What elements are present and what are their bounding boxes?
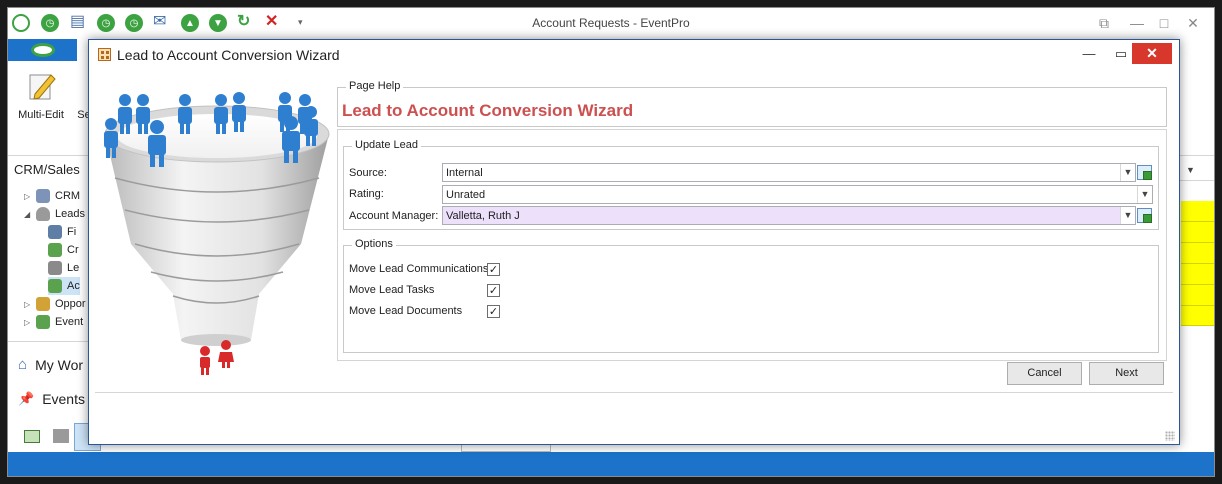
- status-bar: [8, 452, 1214, 476]
- dialog-title: Lead to Account Conversion Wizard: [117, 47, 340, 63]
- building-icon[interactable]: [53, 429, 69, 443]
- rating-value: Unrated: [446, 189, 486, 201]
- tree-item-create[interactable]: Cr: [48, 241, 79, 259]
- move-documents-checkbox[interactable]: ✓: [487, 305, 500, 318]
- tree-item-opportunities[interactable]: ▷ Oppor: [24, 295, 86, 313]
- cancel-button[interactable]: Cancel: [1007, 362, 1082, 385]
- file-tab[interactable]: [8, 39, 77, 61]
- options-legend: Options: [352, 238, 396, 250]
- funnel-illustration: [101, 84, 333, 384]
- home-icon: ⌂: [18, 356, 28, 373]
- multi-edit-button[interactable]: Multi-Edit: [16, 69, 66, 121]
- person-account-icon: [48, 279, 62, 293]
- maximize-icon[interactable]: □: [1154, 14, 1174, 32]
- rating-label: Rating:: [349, 188, 384, 200]
- collapse-arrow-icon[interactable]: ◢: [24, 210, 36, 219]
- quick-access-toolbar: ◷ ▤ ◷ ◷ ✉ ▲ ▼ ↻ ✕ ▾ Account Requests - E…: [8, 8, 1214, 38]
- source-dropdown[interactable]: Internal ▼: [442, 163, 1136, 182]
- chevron-down-icon[interactable]: ▼: [1120, 164, 1135, 181]
- person-add-icon: [48, 243, 62, 257]
- highlighted-cell[interactable]: [1181, 264, 1214, 285]
- event-icon: [36, 315, 50, 329]
- update-lead-legend: Update Lead: [352, 139, 421, 151]
- highlighted-cell[interactable]: [1181, 243, 1214, 264]
- nav-events[interactable]: 📌 Events: [18, 391, 85, 407]
- move-documents-label: Move Lead Documents: [349, 305, 463, 317]
- dialog-title-bar[interactable]: Lead to Account Conversion Wizard — ▭ ✕: [89, 40, 1179, 70]
- minimize-icon[interactable]: —: [1127, 14, 1147, 32]
- tree-item-leads[interactable]: ◢ Leads: [24, 205, 85, 223]
- tree-item-lead-list[interactable]: Le: [48, 259, 79, 277]
- source-value: Internal: [446, 167, 483, 179]
- highlighted-cell[interactable]: [1181, 201, 1214, 222]
- minimize-icon[interactable]: —: [1076, 44, 1102, 64]
- multi-edit-label: Multi-Edit: [18, 109, 64, 121]
- bottom-scroll-field[interactable]: [461, 444, 551, 452]
- opportunity-icon: [36, 297, 50, 311]
- highlighted-cell[interactable]: [1181, 306, 1214, 326]
- grid-header-line: [1176, 180, 1214, 181]
- next-button[interactable]: Next: [1089, 362, 1164, 385]
- source-lookup-icon[interactable]: [1137, 165, 1152, 180]
- pin-icon: 📌: [18, 391, 35, 406]
- divider: [95, 392, 1173, 393]
- tree-item-account-requests[interactable]: Ac: [48, 277, 80, 295]
- options-group: Options: [343, 238, 1159, 353]
- tree-item-events[interactable]: ▷ Event: [24, 313, 83, 331]
- move-tasks-checkbox[interactable]: ✓: [487, 284, 500, 297]
- app-logo-icon: [30, 43, 55, 57]
- tree-item-crm[interactable]: ▷ CRM: [24, 187, 80, 205]
- person-icon: [48, 261, 62, 275]
- highlighted-cell[interactable]: [1181, 222, 1214, 243]
- page-help-group: Page Help Lead to Account Conversion Wiz…: [337, 80, 1167, 127]
- move-tasks-label: Move Lead Tasks: [349, 284, 435, 296]
- nav-pane-header: CRM/Sales: [14, 162, 80, 177]
- app-title: Account Requests - EventPro: [532, 16, 690, 30]
- restore-icon[interactable]: ⧉: [1094, 14, 1114, 32]
- expand-arrow-icon[interactable]: ▷: [24, 300, 36, 309]
- maximize-icon[interactable]: ▭: [1108, 44, 1134, 64]
- move-communications-label: Move Lead Communications: [349, 263, 489, 275]
- nav-my-work[interactable]: ⌂ My Wor: [18, 356, 83, 373]
- expand-arrow-icon[interactable]: ▷: [24, 318, 36, 327]
- chevron-down-icon[interactable]: ▼: [1120, 207, 1135, 224]
- chevron-down-icon[interactable]: ▼: [1137, 186, 1152, 203]
- rating-dropdown[interactable]: Unrated ▼: [442, 185, 1153, 204]
- binoculars-icon: [48, 225, 62, 239]
- account-manager-label: Account Manager:: [349, 210, 439, 222]
- resize-grip-icon[interactable]: [1165, 431, 1175, 441]
- page-help-heading: Lead to Account Conversion Wizard: [342, 101, 634, 120]
- account-manager-dropdown[interactable]: Valletta, Ruth J ▼: [442, 206, 1136, 225]
- highlighted-cell[interactable]: [1181, 285, 1214, 306]
- pencil-icon: [25, 69, 57, 103]
- close-button[interactable]: ✕: [1132, 43, 1172, 64]
- move-communications-checkbox[interactable]: ✓: [487, 263, 500, 276]
- expand-arrow-icon[interactable]: ▷: [24, 192, 36, 201]
- account-manager-value: Valletta, Ruth J: [446, 210, 520, 222]
- person-icon: [36, 207, 50, 221]
- source-label: Source:: [349, 167, 387, 179]
- wizard-icon: [98, 48, 111, 61]
- account-manager-lookup-icon[interactable]: [1137, 208, 1152, 223]
- grid-icon[interactable]: [24, 430, 40, 443]
- divider: [8, 341, 88, 342]
- conversion-wizard-dialog: Lead to Account Conversion Wizard — ▭ ✕: [88, 39, 1180, 445]
- tree-item-find[interactable]: Fi: [48, 223, 76, 241]
- crm-icon: [36, 189, 50, 203]
- page-help-legend: Page Help: [346, 80, 404, 92]
